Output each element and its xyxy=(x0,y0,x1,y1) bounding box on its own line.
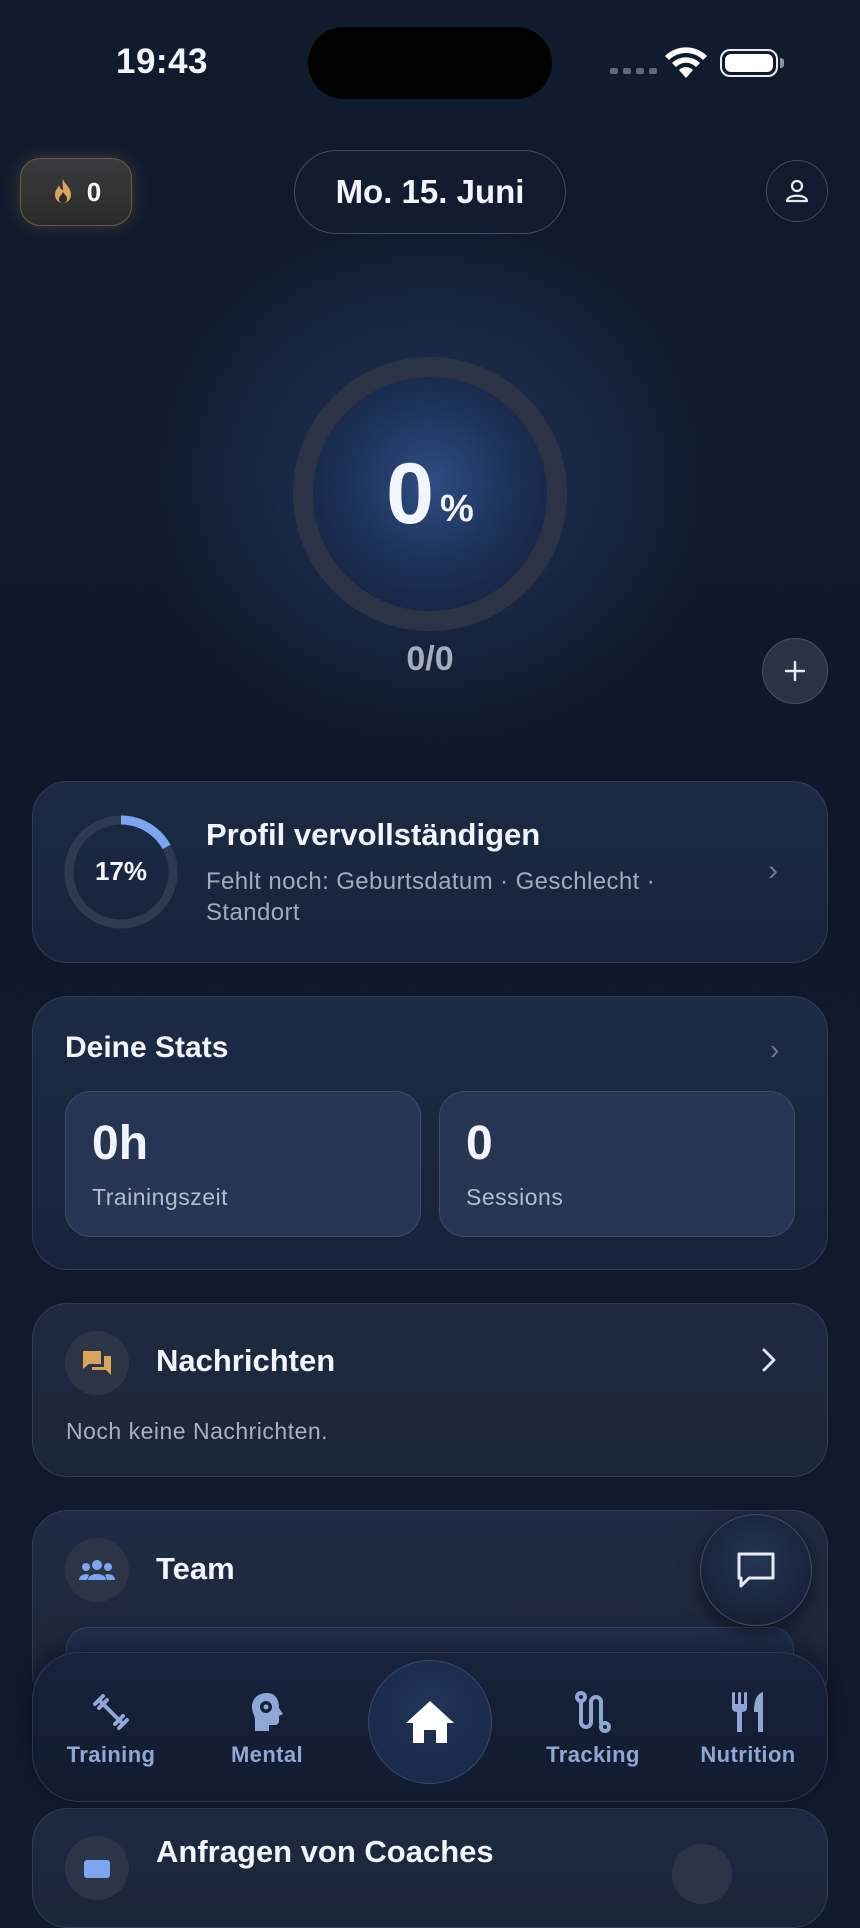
profile-progress-label: 17% xyxy=(94,856,148,886)
cellular-signal-icon xyxy=(610,68,657,74)
route-icon xyxy=(575,1691,611,1733)
stat-label: Trainingszeit xyxy=(92,1184,229,1210)
profile-button[interactable] xyxy=(766,160,828,222)
flame-icon xyxy=(54,179,71,203)
team-title: Team xyxy=(156,1551,235,1586)
daily-progress-ring: 0 % xyxy=(293,357,567,631)
stat-label: Sessions xyxy=(466,1184,564,1210)
streak-count: 0 xyxy=(86,176,102,207)
profile-card-subtitle: Fehlt noch: Geburtsdatum · Geschlecht · … xyxy=(206,868,656,926)
chat-fab[interactable] xyxy=(700,1514,812,1626)
profile-card-title: Profil vervollständigen xyxy=(206,817,541,852)
messages-card[interactable] xyxy=(32,1303,828,1477)
battery-icon xyxy=(720,49,778,77)
coach-requests-badge xyxy=(672,1844,732,1904)
wifi-icon xyxy=(665,47,707,78)
brain-head-icon xyxy=(251,1693,283,1731)
coach-icon-wrap xyxy=(65,1836,129,1900)
tab-label: Mental xyxy=(230,1742,304,1767)
status-time: 19:43 xyxy=(116,42,209,81)
chat-icon xyxy=(737,1552,775,1588)
stat-value: 0 xyxy=(466,1117,493,1170)
tab-label: Tracking xyxy=(546,1742,640,1767)
tab-tracking[interactable]: Tracking xyxy=(542,1690,644,1768)
coach-icon xyxy=(84,1860,110,1878)
chat-bubbles-icon xyxy=(83,1351,111,1375)
plus-icon xyxy=(784,660,806,682)
dumbbell-icon xyxy=(93,1694,129,1730)
coach-requests-title: Anfragen von Coaches xyxy=(156,1834,494,1869)
stats-title: Deine Stats xyxy=(65,1031,229,1064)
stat-value: 0h xyxy=(92,1117,149,1170)
streak-badge[interactable]: 0 xyxy=(20,158,132,226)
group-icon xyxy=(79,1560,115,1580)
chevron-right-icon: › xyxy=(770,1034,780,1065)
tab-nutrition[interactable]: Nutrition xyxy=(696,1690,800,1768)
progress-percent-sign: % xyxy=(440,487,474,530)
chevron-right-icon: › xyxy=(768,854,778,887)
messages-title: Nachrichten xyxy=(156,1343,336,1378)
home-icon xyxy=(406,1701,454,1743)
tab-mental[interactable]: Mental xyxy=(218,1690,316,1768)
dynamic-island xyxy=(308,27,552,99)
progress-ratio: 0/0 xyxy=(406,640,454,678)
tab-training[interactable]: Training xyxy=(62,1690,160,1768)
messages-icon-wrap xyxy=(65,1331,129,1395)
tab-label: Nutrition xyxy=(700,1742,796,1767)
stat-training-time[interactable]: 0h Trainingszeit xyxy=(65,1091,421,1237)
messages-empty-text: Noch keine Nachrichten. xyxy=(66,1418,329,1444)
date-label: Mo. 15. Juni xyxy=(335,173,525,210)
team-icon-wrap xyxy=(65,1538,129,1602)
fork-knife-icon xyxy=(732,1692,763,1732)
person-icon xyxy=(785,179,809,203)
chevron-right-icon xyxy=(760,1346,778,1379)
progress-percent: 0 xyxy=(386,446,435,542)
date-selector[interactable]: Mo. 15. Juni xyxy=(294,150,566,234)
stat-sessions[interactable]: 0 Sessions xyxy=(439,1091,795,1237)
add-button[interactable] xyxy=(762,638,828,704)
tab-home[interactable] xyxy=(368,1660,492,1784)
battery-tip xyxy=(780,58,784,68)
tab-label: Training xyxy=(66,1742,156,1767)
